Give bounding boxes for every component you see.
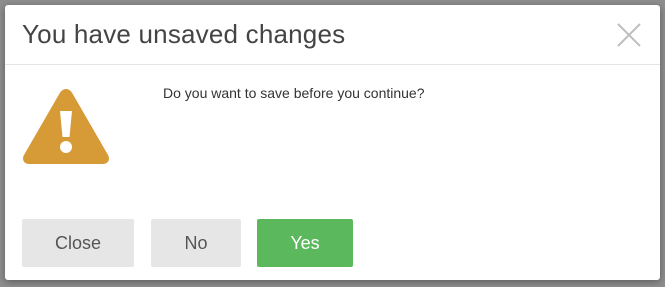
close-button[interactable]: Close [22, 219, 134, 267]
unsaved-changes-dialog: You have unsaved changes Do you want to … [5, 5, 660, 280]
yes-button[interactable]: Yes [257, 219, 353, 267]
no-button[interactable]: No [151, 219, 241, 267]
dialog-message: Do you want to save before you continue? [163, 85, 425, 101]
dialog-title: You have unsaved changes [22, 19, 346, 49]
dialog-header: You have unsaved changes [5, 5, 660, 65]
close-x-icon[interactable] [616, 22, 642, 48]
warning-triangle-icon [20, 85, 112, 167]
